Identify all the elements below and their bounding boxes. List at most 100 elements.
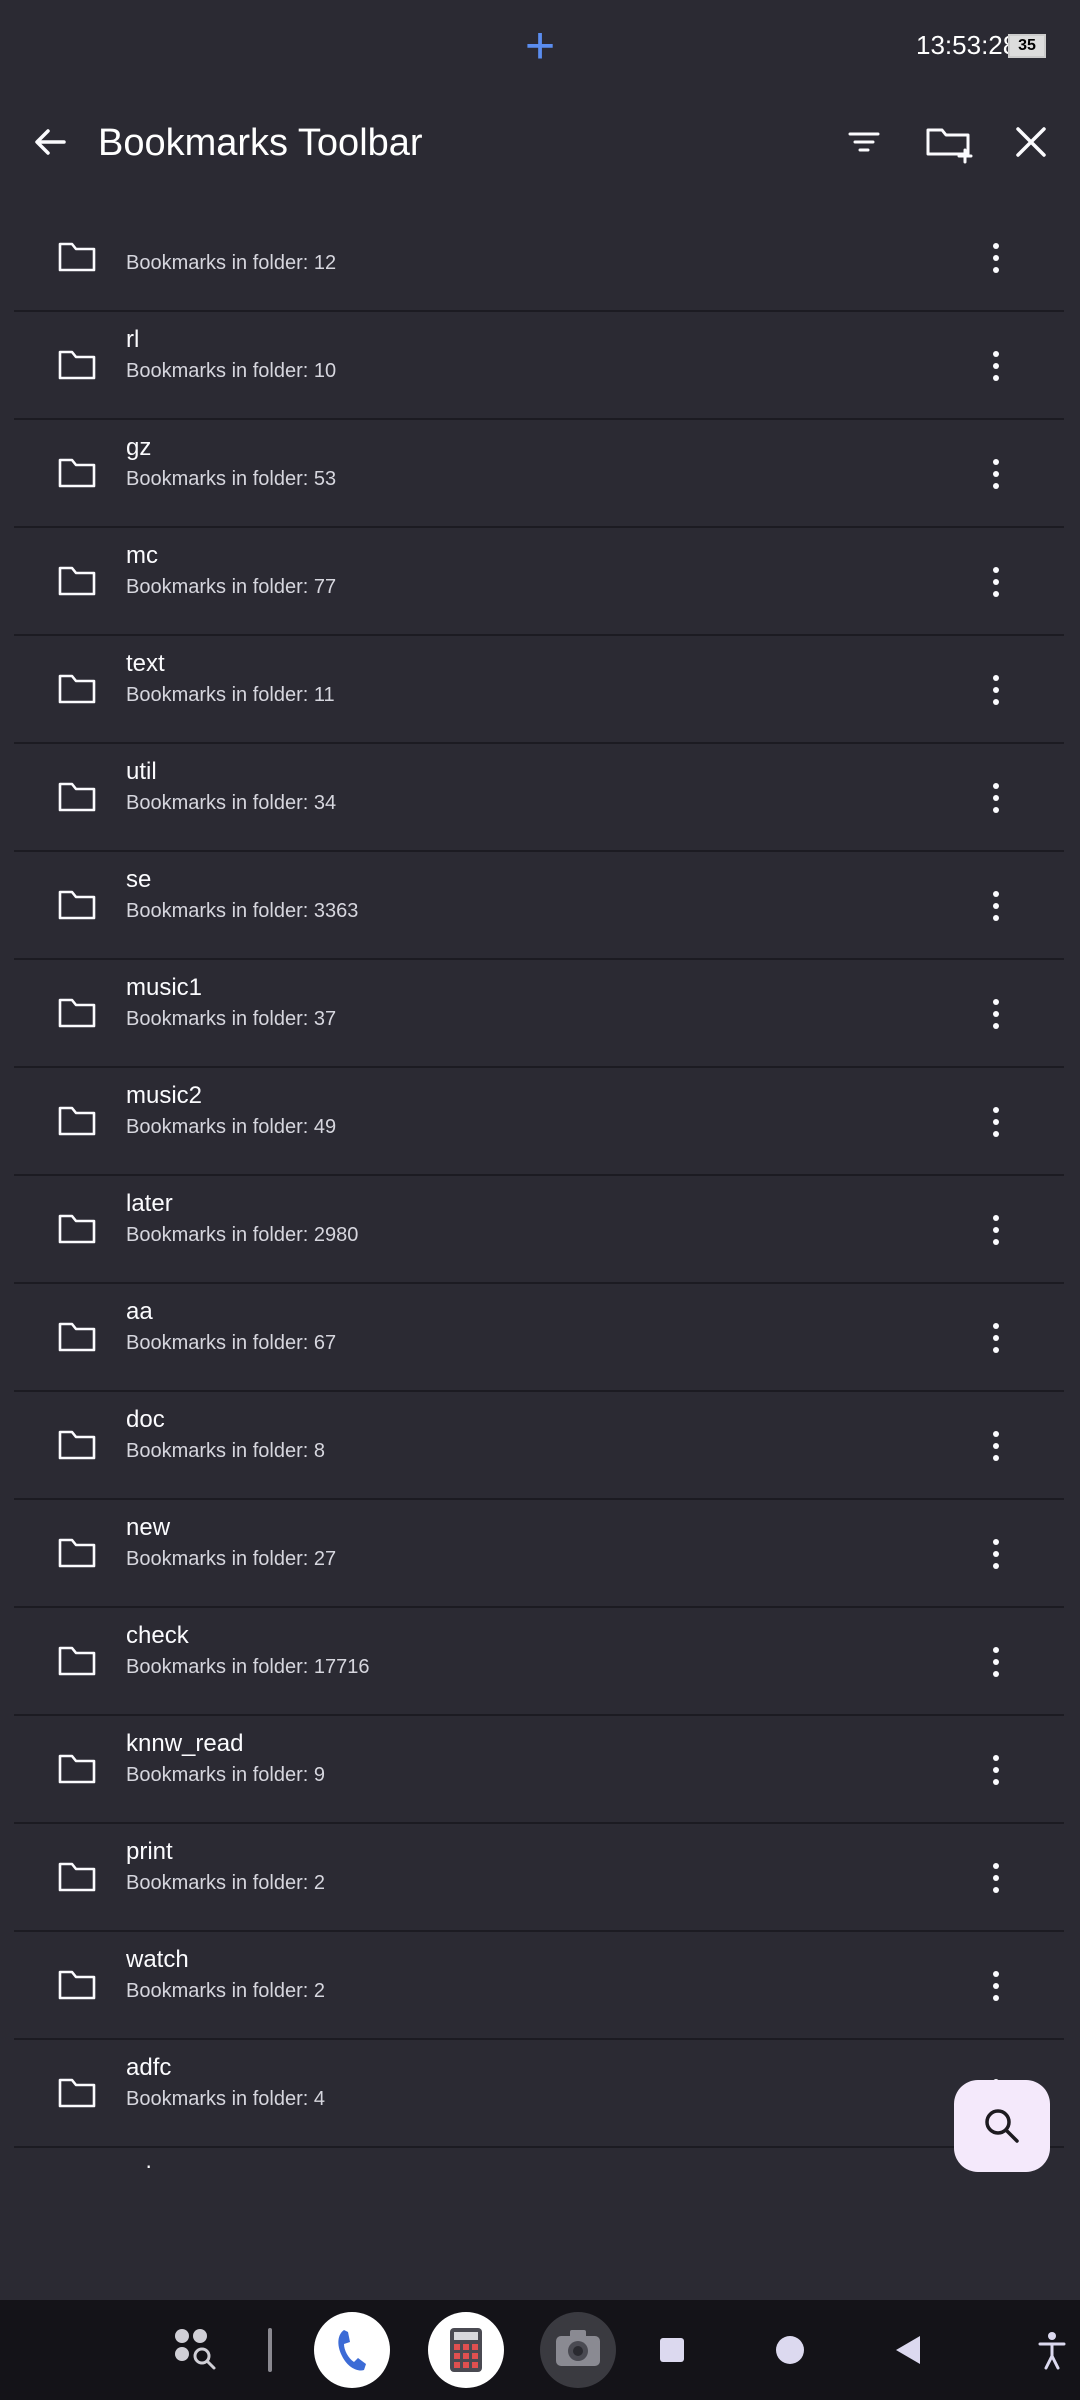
more-options-icon[interactable] <box>974 1530 1018 1578</box>
search-button[interactable] <box>954 2080 1050 2172</box>
folder-count: Bookmarks in folder: 8 <box>126 1440 325 1462</box>
folder-count: Bookmarks in folder: 11 <box>126 684 335 706</box>
folder-name: print <box>126 1838 173 1865</box>
folder-name: music2 <box>126 1082 203 1109</box>
folder-count: Bookmarks in folder: 27 <box>126 1548 337 1570</box>
page-title: Bookmarks Toolbar <box>98 122 423 164</box>
home-button[interactable] <box>752 2312 828 2388</box>
folder-count: Bookmarks in folder: 17716 <box>126 1656 370 1678</box>
battery-icon: 35 <box>1008 34 1046 58</box>
folder-row[interactable]: sd <box>14 2150 1064 2168</box>
close-icon <box>1016 127 1046 157</box>
accessibility-icon[interactable] <box>1024 2312 1080 2388</box>
bookmark-folder-list[interactable]: Bookmarks in folder: 12 rl Bookmarks in … <box>14 218 1064 2168</box>
more-options-icon[interactable] <box>974 1746 1018 1794</box>
folder-count: Bookmarks in folder: 34 <box>126 792 337 814</box>
folder-add-icon <box>926 128 973 164</box>
folder-icon <box>58 1646 96 1676</box>
sort-button[interactable] <box>826 112 902 172</box>
folder-row[interactable]: Bookmarks in folder: 12 <box>14 218 1064 312</box>
folder-count: Bookmarks in folder: 12 <box>126 252 337 274</box>
more-options-icon[interactable] <box>974 342 1018 390</box>
more-options-icon[interactable] <box>974 1314 1018 1362</box>
folder-count: Bookmarks in folder: 53 <box>126 468 337 490</box>
folder-count: Bookmarks in folder: 77 <box>126 576 337 598</box>
folder-icon <box>58 782 96 812</box>
status-bar: + 13:53:28 35 <box>0 0 1080 92</box>
folder-name: later <box>126 1190 173 1217</box>
more-options-icon[interactable] <box>974 990 1018 1038</box>
folder-icon <box>58 1754 96 1784</box>
folder-name: new <box>126 1514 171 1541</box>
folder-name: se <box>126 866 152 893</box>
bottom-app-bar <box>0 2200 1080 2300</box>
folder-count: Bookmarks in folder: 2980 <box>126 1224 359 1246</box>
folder-row[interactable]: new Bookmarks in folder: 27 <box>14 1502 1064 1608</box>
folder-row[interactable]: knnw_read Bookmarks in folder: 9 <box>14 1718 1064 1824</box>
more-options-icon[interactable] <box>974 558 1018 606</box>
camera-app-icon[interactable] <box>540 2312 616 2388</box>
app-search-icon[interactable] <box>158 2312 234 2388</box>
phone-app-icon[interactable] <box>314 2312 390 2388</box>
folder-row[interactable]: music1 Bookmarks in folder: 37 <box>14 962 1064 1068</box>
folder-name: doc <box>126 1406 165 1433</box>
arrow-back-icon <box>35 129 66 155</box>
more-options-icon[interactable] <box>974 774 1018 822</box>
folder-row[interactable]: later Bookmarks in folder: 2980 <box>14 1178 1064 1284</box>
folder-row[interactable]: text Bookmarks in folder: 11 <box>14 638 1064 744</box>
folder-row[interactable]: rl Bookmarks in folder: 10 <box>14 314 1064 420</box>
divider-icon <box>232 2312 308 2388</box>
close-button[interactable] <box>993 112 1069 172</box>
folder-row[interactable]: gz Bookmarks in folder: 53 <box>14 422 1064 528</box>
more-options-icon[interactable] <box>974 882 1018 930</box>
folder-row[interactable]: aa Bookmarks in folder: 67 <box>14 1286 1064 1392</box>
folder-icon <box>58 242 96 272</box>
navigation-bar <box>0 2300 1080 2400</box>
back-button[interactable] <box>20 112 80 172</box>
folder-row[interactable]: adfc Bookmarks in folder: 4 <box>14 2042 1064 2148</box>
folder-icon <box>58 890 96 920</box>
folder-count: Bookmarks in folder: 49 <box>126 1116 337 1138</box>
more-options-icon[interactable] <box>974 1206 1018 1254</box>
new-folder-button[interactable] <box>910 112 986 172</box>
folder-icon <box>58 2078 96 2108</box>
calculator-app-icon[interactable] <box>428 2312 504 2388</box>
add-icon[interactable]: + <box>510 18 570 74</box>
folder-name: adfc <box>126 2054 172 2081</box>
more-options-icon[interactable] <box>974 1098 1018 1146</box>
folder-icon <box>58 1214 96 1244</box>
folder-count: Bookmarks in folder: 3363 <box>126 900 359 922</box>
folder-icon <box>58 1970 96 2000</box>
more-options-icon[interactable] <box>974 1962 1018 2010</box>
bookmarks-toolbar-header: Bookmarks Toolbar <box>0 92 1080 202</box>
more-options-icon[interactable] <box>974 1422 1018 1470</box>
folder-row[interactable]: doc Bookmarks in folder: 8 <box>14 1394 1064 1500</box>
more-options-icon[interactable] <box>974 666 1018 714</box>
folder-row[interactable]: check Bookmarks in folder: 17716 <box>14 1610 1064 1716</box>
folder-name: text <box>126 650 165 677</box>
more-options-icon[interactable] <box>974 234 1018 282</box>
folder-icon <box>58 1106 96 1136</box>
folder-count: Bookmarks in folder: 67 <box>126 1332 337 1354</box>
folder-count: Bookmarks in folder: 10 <box>126 360 337 382</box>
recent-apps-button[interactable] <box>634 2312 710 2388</box>
search-icon <box>985 2109 1019 2143</box>
folder-row[interactable]: mc Bookmarks in folder: 77 <box>14 530 1064 636</box>
folder-name: watch <box>126 1946 189 1973</box>
folder-icon <box>58 566 96 596</box>
system-back-button[interactable] <box>870 2312 946 2388</box>
folder-icon <box>58 1322 96 1352</box>
folder-row[interactable]: util Bookmarks in folder: 34 <box>14 746 1064 852</box>
folder-name: knnw_read <box>126 1730 244 1757</box>
more-options-icon[interactable] <box>974 450 1018 498</box>
folder-row[interactable]: music2 Bookmarks in folder: 49 <box>14 1070 1064 1176</box>
folder-row[interactable]: se Bookmarks in folder: 3363 <box>14 854 1064 960</box>
more-options-icon[interactable] <box>974 1638 1018 1686</box>
status-time: 13:53:28 <box>916 30 1018 60</box>
folder-name: sd <box>126 2162 151 2168</box>
folder-icon <box>58 458 96 488</box>
folder-row[interactable]: print Bookmarks in folder: 2 <box>14 1826 1064 1932</box>
folder-row[interactable]: watch Bookmarks in folder: 2 <box>14 1934 1064 2040</box>
more-options-icon[interactable] <box>974 1854 1018 1902</box>
folder-name: rl <box>126 326 140 353</box>
